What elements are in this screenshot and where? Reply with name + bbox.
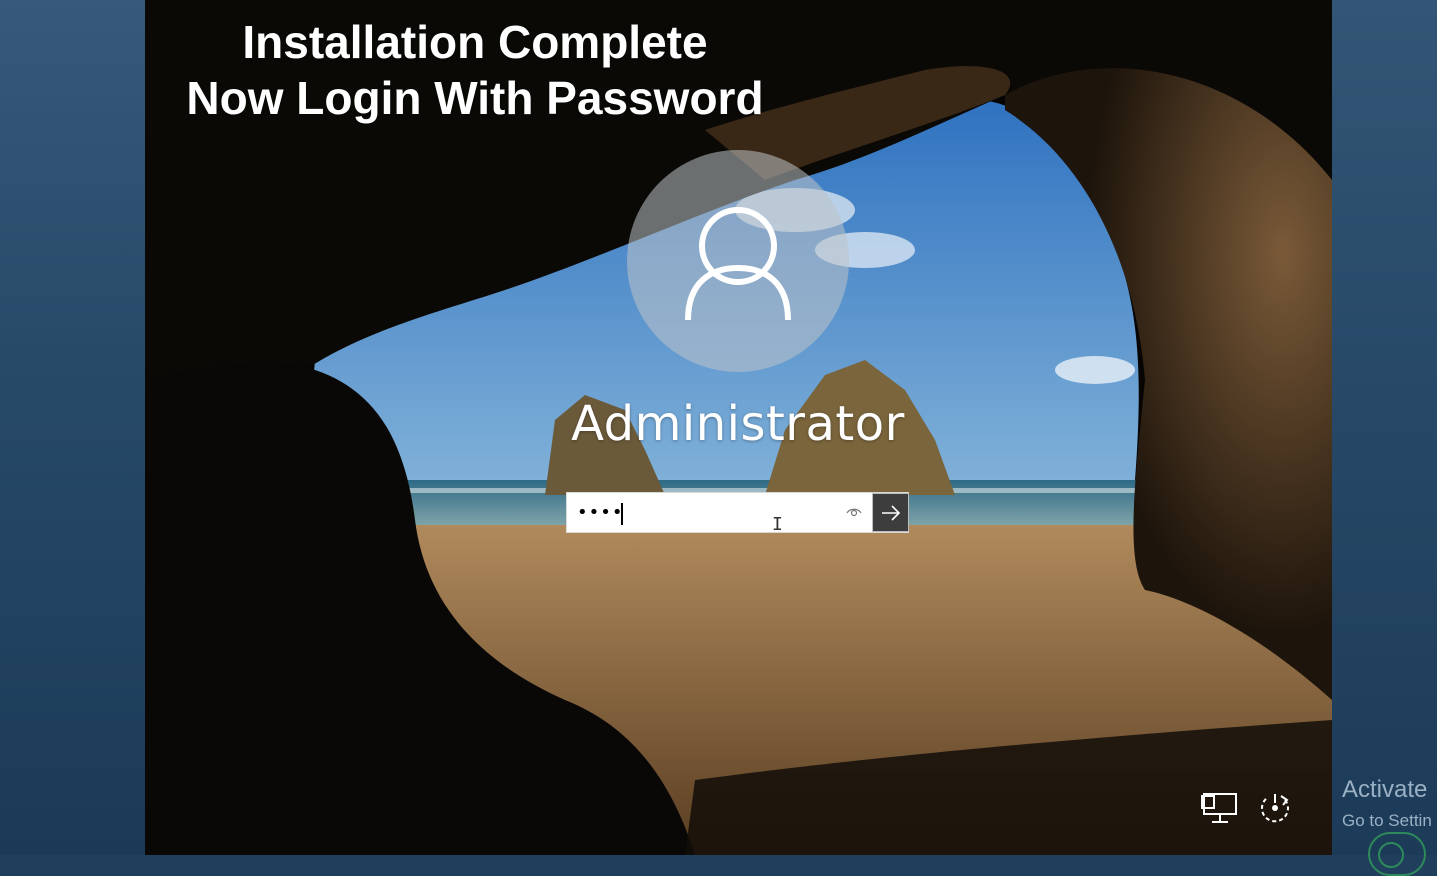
lock-screen: Installation Complete Now Login With Pas… xyxy=(145,0,1332,855)
user-avatar xyxy=(627,150,849,372)
left-border-panel xyxy=(0,0,145,855)
arrow-right-icon xyxy=(882,505,901,521)
password-value[interactable]: •••• xyxy=(577,499,623,527)
username-label: Administrator xyxy=(571,396,905,452)
overlay-title: Installation Complete Now Login With Pas… xyxy=(145,14,805,126)
right-border-panel xyxy=(1332,0,1437,855)
eye-icon[interactable] xyxy=(845,505,863,519)
network-icon[interactable] xyxy=(1200,790,1240,826)
overlay-line-1: Installation Complete xyxy=(242,16,708,68)
ease-of-access-icon[interactable] xyxy=(1255,790,1295,826)
ibeam-cursor-icon: I xyxy=(772,514,783,535)
password-field[interactable]: •••• I xyxy=(566,492,909,535)
overlay-line-2: Now Login With Password xyxy=(186,72,764,124)
text-caret xyxy=(621,503,623,525)
play-icon xyxy=(1378,842,1404,868)
submit-button[interactable] xyxy=(872,493,909,532)
screen-recorder-badge[interactable] xyxy=(1368,832,1426,876)
activate-windows-title: Activate xyxy=(1342,776,1428,803)
activate-windows-subtitle: Go to Settin xyxy=(1342,811,1432,830)
user-avatar-icon xyxy=(685,207,791,321)
